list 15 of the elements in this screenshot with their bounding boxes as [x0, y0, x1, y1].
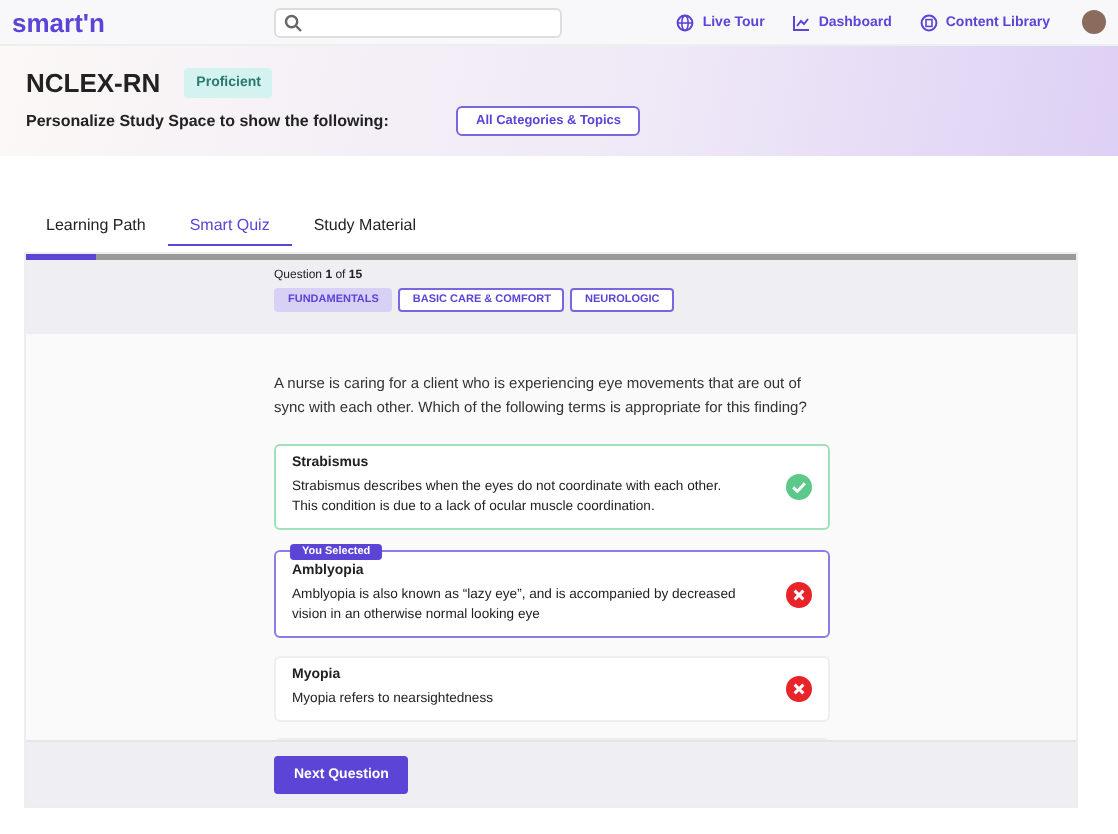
cross-icon: [786, 582, 812, 608]
page-title: NCLEX-RN: [26, 67, 161, 97]
library-icon: [919, 13, 938, 31]
globe-icon: [676, 13, 695, 31]
cross-icon: [786, 676, 812, 702]
search-field[interactable]: [274, 7, 562, 37]
prompt-text: Personalize Study Space to show the following:: [26, 111, 391, 129]
avatar[interactable]: [1082, 10, 1106, 34]
tab[interactable]: Learning Path: [24, 216, 168, 246]
search-icon: [284, 13, 302, 31]
check-icon: [786, 474, 812, 500]
logo[interactable]: smart'n: [12, 7, 274, 37]
tab[interactable]: Smart Quiz: [167, 216, 292, 246]
tab[interactable]: Study Material: [291, 216, 438, 246]
chart-icon: [792, 13, 811, 31]
